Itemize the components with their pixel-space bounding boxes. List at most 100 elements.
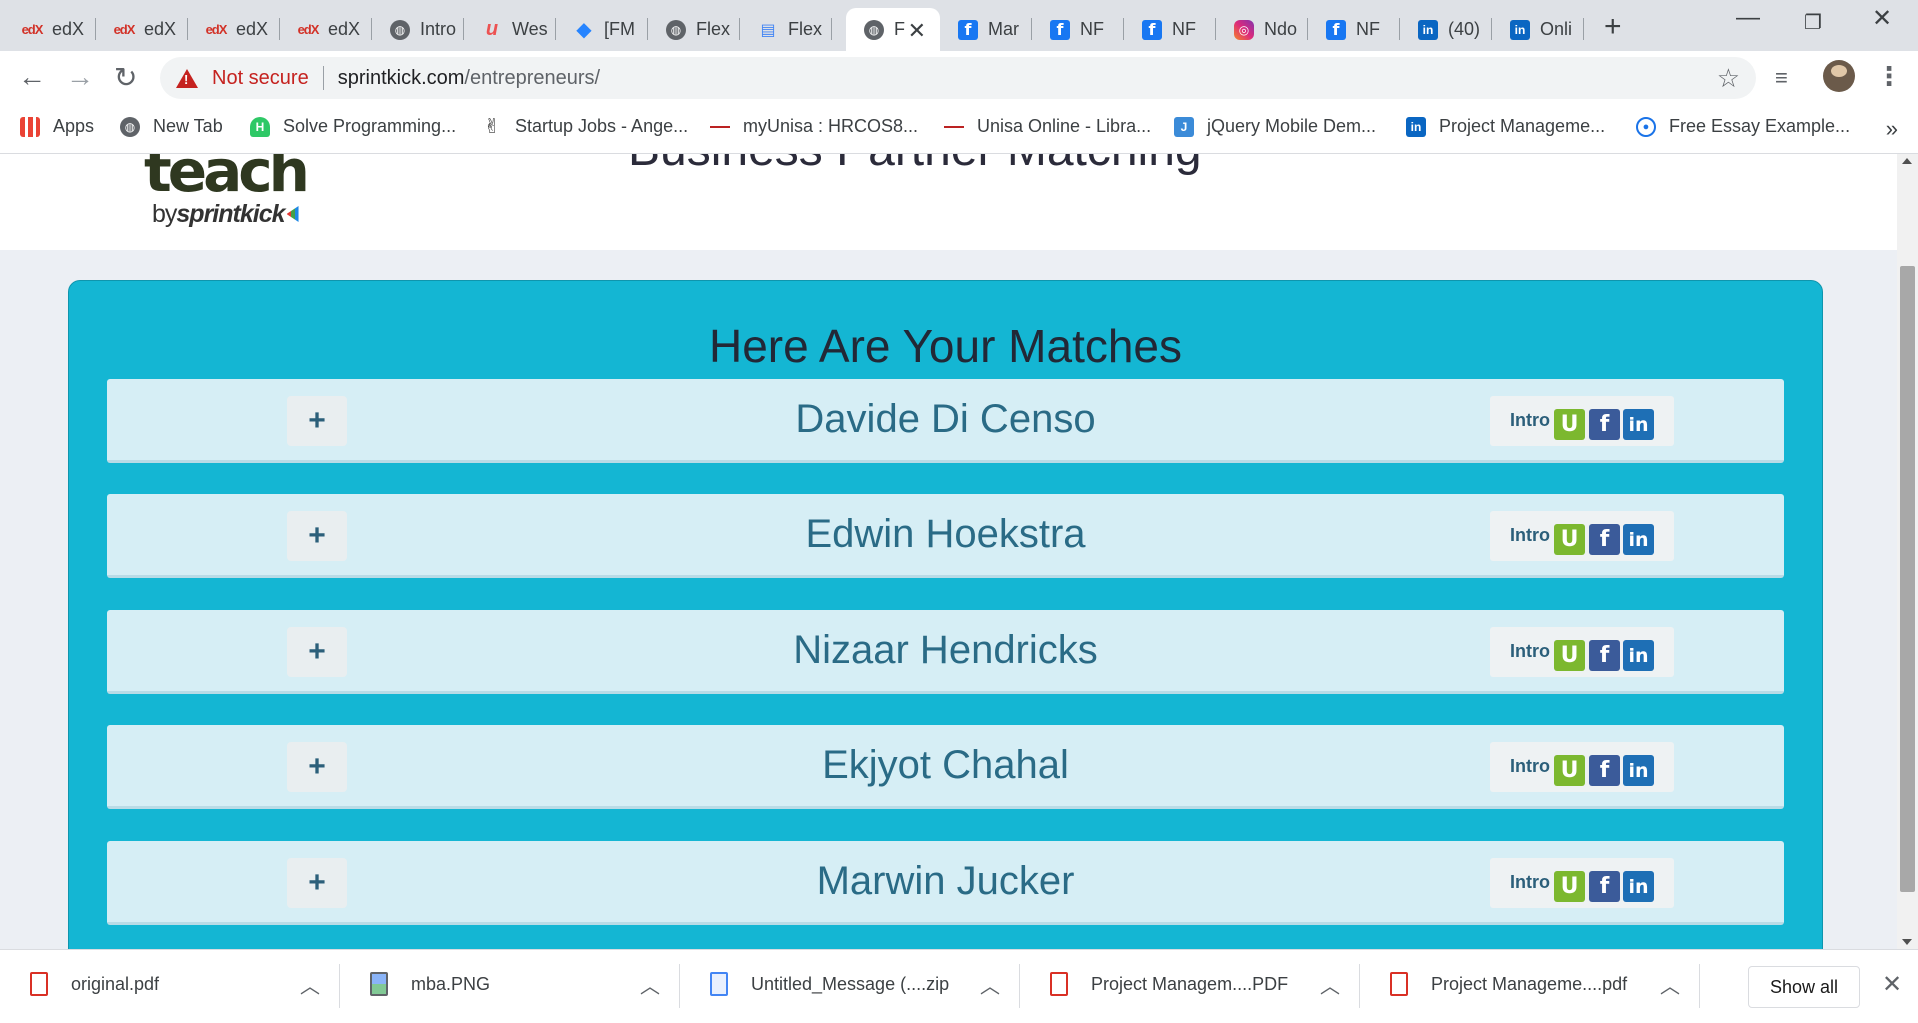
chevron-up-icon[interactable]: ︿: [300, 970, 320, 999]
new-tab-button[interactable]: +: [1604, 10, 1622, 44]
download-item[interactable]: Project Managem....PDF ︿: [1020, 950, 1360, 1023]
forward-icon[interactable]: →: [66, 61, 94, 93]
tab[interactable]: f NF: [1032, 8, 1124, 51]
edx-icon: edX: [113, 22, 136, 37]
intro-box: Intro U f in: [1490, 511, 1674, 561]
download-item[interactable]: mba.PNG ︿: [340, 950, 680, 1023]
u-icon[interactable]: U: [1554, 871, 1585, 902]
linkedin-icon[interactable]: in: [1623, 409, 1654, 440]
security-label[interactable]: Not secure: [212, 67, 309, 90]
u-icon[interactable]: U: [1554, 640, 1585, 671]
expand-button[interactable]: +: [287, 858, 347, 908]
tab[interactable]: ◍ Intro: [372, 8, 464, 51]
linkedin-icon: in: [1510, 19, 1530, 40]
minimize-icon[interactable]: —: [1736, 4, 1760, 32]
linkedin-icon[interactable]: in: [1623, 640, 1654, 671]
logo[interactable]: teach bysprintkick: [144, 154, 344, 232]
download-item[interactable]: Untitled_Message (....zip ︿: [680, 950, 1020, 1023]
scroll-down-arrow-icon[interactable]: [1902, 939, 1912, 945]
bookmark-item[interactable]: ◍ New Tab: [120, 116, 223, 137]
facebook-icon[interactable]: f: [1589, 524, 1620, 555]
facebook-icon: f: [1050, 19, 1070, 40]
expand-button[interactable]: +: [287, 742, 347, 792]
facebook-icon[interactable]: f: [1589, 871, 1620, 902]
bookmark-item[interactable]: ✌ Startup Jobs - Ange...: [482, 116, 689, 138]
zip-icon: [710, 972, 728, 996]
scroll-up-arrow-icon[interactable]: [1902, 158, 1912, 164]
tab[interactable]: edX edX: [4, 8, 96, 51]
back-icon[interactable]: ←: [18, 61, 46, 93]
show-all-button[interactable]: Show all: [1748, 966, 1860, 1008]
warning-icon[interactable]: [176, 68, 198, 88]
restore-icon[interactable]: ❐: [1804, 10, 1822, 35]
hackerrank-icon: H: [250, 116, 270, 137]
unisa-icon: [710, 120, 730, 133]
matches-panel: Here Are Your Matches + Davide Di Censo …: [68, 280, 1823, 949]
facebook-icon[interactable]: f: [1589, 409, 1620, 440]
tab[interactable]: edX edX: [188, 8, 280, 51]
jquery-icon: J: [1174, 116, 1194, 137]
tab[interactable]: edX edX: [280, 8, 372, 51]
bookmark-item[interactable]: in Project Manageme...: [1406, 116, 1605, 137]
avatar[interactable]: [1823, 60, 1855, 92]
close-icon[interactable]: ✕: [1882, 970, 1902, 999]
tab[interactable]: f NF: [1124, 8, 1216, 51]
u-icon[interactable]: U: [1554, 524, 1585, 555]
linkedin-icon[interactable]: in: [1623, 524, 1654, 555]
url-host: sprintkick.com: [337, 66, 465, 89]
match-row: + Davide Di Censo Intro U f in: [107, 379, 1784, 463]
tab[interactable]: f NF: [1308, 8, 1400, 51]
bookmark-item[interactable]: Unisa Online - Libra...: [944, 116, 1151, 137]
facebook-icon[interactable]: f: [1589, 640, 1620, 671]
image-icon: [370, 972, 388, 996]
tab[interactable]: ◎ Ndo: [1216, 8, 1308, 51]
linkedin-icon[interactable]: in: [1623, 871, 1654, 902]
page-viewport: teach bysprintkick Business Partner Matc…: [0, 154, 1897, 949]
expand-button[interactable]: +: [287, 511, 347, 561]
more-menu-icon[interactable]: ⋮: [1876, 61, 1902, 92]
u-icon[interactable]: U: [1554, 755, 1585, 786]
chevron-up-icon[interactable]: ︿: [1320, 970, 1340, 999]
media-queue-icon[interactable]: ≡: [1775, 65, 1788, 91]
tab[interactable]: in (40): [1400, 8, 1492, 51]
tab[interactable]: in Onli: [1492, 8, 1584, 51]
linkedin-icon[interactable]: in: [1623, 755, 1654, 786]
expand-button[interactable]: +: [287, 396, 347, 446]
tab[interactable]: ◆ [FM: [556, 8, 648, 51]
download-item[interactable]: original.pdf ︿: [0, 950, 340, 1023]
browser-toolbar: ← → ↻ Not secure sprintkick.com/entrepre…: [0, 51, 1918, 106]
bookmark-apps[interactable]: Apps: [20, 116, 94, 137]
close-tab-icon[interactable]: ✕: [908, 18, 926, 44]
bookmark-item[interactable]: JjQuery Mobile Dem...: [1174, 116, 1376, 137]
facebook-icon[interactable]: f: [1589, 755, 1620, 786]
download-filename: Untitled_Message (....zip: [751, 974, 950, 994]
bookmarks-more-button[interactable]: »: [1886, 116, 1898, 142]
address-bar[interactable]: Not secure sprintkick.com/entrepreneurs/…: [160, 57, 1756, 99]
tab[interactable]: u Wes: [464, 8, 556, 51]
tab[interactable]: f Mar: [940, 8, 1032, 51]
bookmark-item[interactable]: H Solve Programming...: [250, 116, 456, 137]
tab-active[interactable]: ◍ F ✕: [846, 8, 940, 51]
bookmark-item[interactable]: ● Free Essay Example...: [1636, 116, 1850, 137]
edx-icon: edX: [21, 22, 44, 37]
bookmark-item[interactable]: myUnisa : HRCOS8...: [710, 116, 918, 137]
chevron-up-icon[interactable]: ︿: [980, 970, 1000, 999]
expand-button[interactable]: +: [287, 627, 347, 677]
page-scrollbar[interactable]: [1897, 154, 1918, 949]
intro-box: Intro U f in: [1490, 858, 1674, 908]
download-filename: original.pdf: [71, 974, 160, 994]
reload-icon[interactable]: ↻: [114, 61, 137, 94]
scrollbar-thumb[interactable]: [1900, 266, 1915, 892]
download-item[interactable]: Project Manageme....pdf ︿: [1360, 950, 1700, 1023]
tab[interactable]: ◍ Flex: [648, 8, 740, 51]
tab[interactable]: edX edX: [96, 8, 188, 51]
chevron-up-icon[interactable]: ︿: [1660, 970, 1680, 999]
window-close-icon[interactable]: ✕: [1872, 4, 1892, 33]
url-divider: [322, 66, 324, 90]
match-row: + Marwin Jucker Intro U f in: [107, 841, 1784, 925]
u-icon[interactable]: U: [1554, 409, 1585, 440]
bookmark-star-icon[interactable]: ☆: [1717, 63, 1740, 94]
chevron-up-icon[interactable]: ︿: [640, 970, 660, 999]
intro-label: Intro: [1510, 872, 1550, 892]
tab[interactable]: ▤ Flex: [740, 8, 832, 51]
